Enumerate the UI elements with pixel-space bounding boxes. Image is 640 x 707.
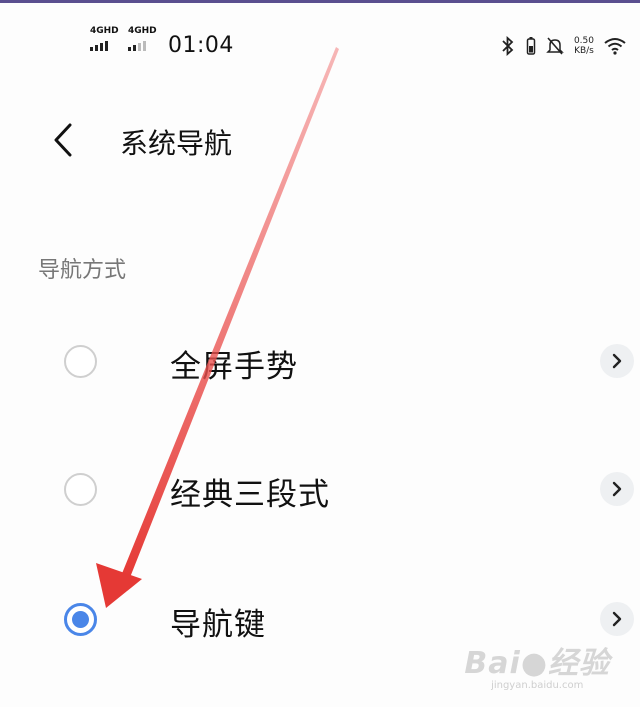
option-fullscreen-gesture[interactable]: 全屏手势 — [0, 308, 640, 418]
sim2-label: 4GHD — [128, 26, 157, 36]
page-header: 系统导航 — [0, 95, 640, 185]
option-classic-three-button[interactable]: 经典三段式 — [0, 436, 640, 546]
wifi-icon — [604, 38, 626, 55]
status-bar: 4GHD 4GHD 01:04 0.50 KB/s — [0, 3, 640, 73]
sim1-signal: 4GHD — [90, 27, 119, 51]
chevron-right-icon[interactable] — [600, 344, 634, 378]
status-time: 01:04 — [168, 33, 234, 58]
signal-icon — [128, 41, 146, 51]
watermark-logo: Bai●经验 — [464, 638, 610, 682]
back-chevron-icon — [54, 123, 72, 157]
back-button[interactable] — [50, 122, 78, 158]
chevron-right-icon[interactable] — [600, 472, 634, 506]
speed-value: 0.50 — [573, 36, 594, 46]
paw-icon: ● — [520, 646, 548, 681]
radio-unchecked[interactable] — [64, 473, 97, 506]
mute-icon — [546, 37, 564, 55]
option-label: 导航键 — [170, 607, 266, 643]
page-title: 系统导航 — [120, 127, 233, 160]
sim1-label: 4GHD — [90, 26, 119, 36]
option-label: 全屏手势 — [170, 349, 298, 385]
watermark-text2: 经验 — [548, 646, 610, 681]
status-right-icons: 0.50 KB/s — [500, 36, 626, 56]
speed-unit: KB/s — [574, 46, 594, 56]
battery-icon — [526, 37, 536, 55]
bluetooth-icon — [502, 36, 514, 56]
baidu-watermark: Bai●经验 jingyan.baidu.com — [464, 638, 610, 691]
radio-checked[interactable] — [64, 603, 97, 636]
radio-unchecked[interactable] — [64, 345, 97, 378]
option-label: 经典三段式 — [170, 477, 330, 513]
chevron-right-icon[interactable] — [600, 602, 634, 636]
sim2-signal: 4GHD — [128, 27, 157, 51]
network-speed: 0.50 KB/s — [574, 36, 594, 56]
signal-icon — [90, 41, 108, 51]
watermark-text: Bai — [464, 646, 521, 681]
section-label: 导航方式 — [38, 258, 127, 283]
